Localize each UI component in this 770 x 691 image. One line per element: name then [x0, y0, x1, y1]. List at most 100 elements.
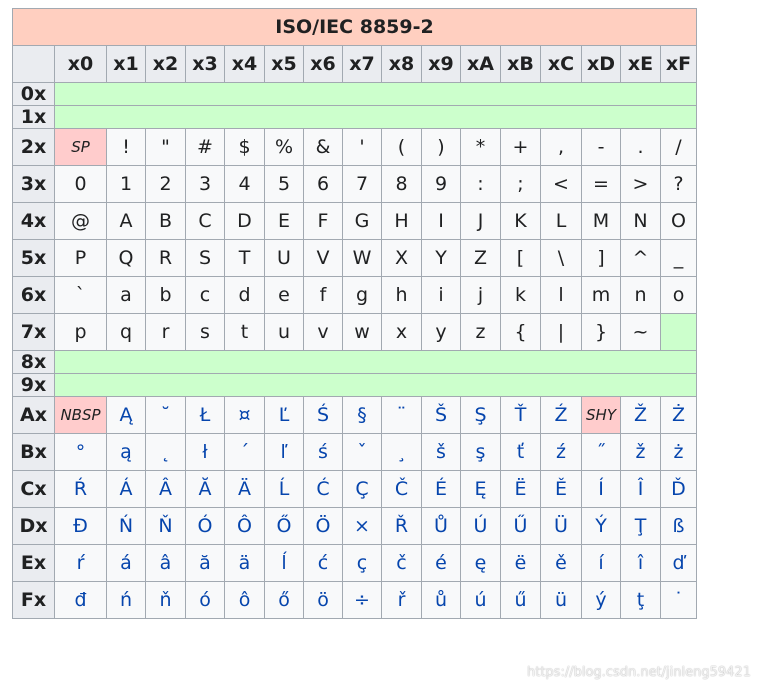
table-row: 0x	[12, 82, 697, 106]
char-cell: p	[54, 313, 107, 351]
char-cell: o	[660, 276, 697, 314]
char-cell: ×	[342, 507, 382, 545]
char-cell: N	[620, 202, 661, 240]
char-cell: ä	[224, 544, 265, 582]
row-header: 6x	[12, 276, 55, 314]
char-cell: ú	[460, 581, 501, 619]
char-cell: -	[581, 128, 621, 166]
char-cell: î	[620, 544, 661, 582]
char-cell: Ö	[303, 507, 343, 545]
char-cell: á	[106, 544, 146, 582]
char-cell: D	[224, 202, 265, 240]
char-cell: T	[224, 239, 265, 277]
char-cell: Ç	[342, 470, 382, 508]
char-cell: _	[660, 239, 697, 277]
char-cell: Ă	[185, 470, 225, 508]
char-cell: Í	[581, 470, 621, 508]
control-range-cell	[54, 350, 697, 374]
char-cell: y	[421, 313, 461, 351]
char-cell: Ř	[381, 507, 422, 545]
char-cell: *	[460, 128, 501, 166]
char-cell: U	[264, 239, 304, 277]
char-cell: ˝	[581, 433, 621, 471]
column-header: x6	[303, 45, 343, 83]
char-cell: č	[381, 544, 422, 582]
column-header: xE	[620, 45, 661, 83]
char-cell: Ţ	[620, 507, 661, 545]
char-cell: ů	[421, 581, 461, 619]
char-cell: 7	[342, 165, 382, 203]
column-header: x1	[106, 45, 146, 83]
char-cell: S	[185, 239, 225, 277]
char-cell: x	[381, 313, 422, 351]
char-cell: Á	[106, 470, 146, 508]
char-cell: b	[145, 276, 186, 314]
column-header: xF	[660, 45, 697, 83]
char-cell: Ń	[106, 507, 146, 545]
char-cell: :	[460, 165, 501, 203]
char-cell: ć	[303, 544, 343, 582]
char-cell: 4	[224, 165, 265, 203]
char-cell: ç	[342, 544, 382, 582]
char-cell: .	[620, 128, 661, 166]
table-row: Ex ŕ á â ă ä ĺ ć ç č é ę ë ě í î ď	[12, 544, 697, 582]
char-cell: É	[421, 470, 461, 508]
char-cell: é	[421, 544, 461, 582]
table-row: Ax NBSP Ą ˘ Ł ¤ Ľ Ś § ¨ Š Ş Ť Ź SHY Ž Ż	[12, 396, 697, 434]
char-cell: Ś	[303, 396, 343, 434]
row-header: 8x	[12, 350, 55, 374]
row-header: 4x	[12, 202, 55, 240]
char-cell: ś	[303, 433, 343, 471]
column-header: xD	[581, 45, 621, 83]
char-cell: z	[460, 313, 501, 351]
char-cell: Ş	[460, 396, 501, 434]
char-cell: Đ	[54, 507, 107, 545]
char-cell: H	[381, 202, 422, 240]
char-cell: e	[264, 276, 304, 314]
column-header: x3	[185, 45, 225, 83]
char-cell: Ł	[185, 396, 225, 434]
char-cell: ő	[264, 581, 304, 619]
char-cell: ü	[540, 581, 582, 619]
char-cell: Y	[421, 239, 461, 277]
char-cell: ž	[620, 433, 661, 471]
char-cell: (	[381, 128, 422, 166]
column-header: x8	[381, 45, 422, 83]
control-range-cell	[54, 82, 697, 106]
char-cell: Ę	[460, 470, 501, 508]
row-header: 0x	[12, 82, 55, 106]
char-cell: ă	[185, 544, 225, 582]
char-cell: ˙	[660, 581, 697, 619]
table-row: 4x @ A B C D E F G H I J K L M N O	[12, 202, 697, 240]
char-cell: v	[303, 313, 343, 351]
char-cell: /	[660, 128, 697, 166]
char-cell: Ž	[620, 396, 661, 434]
char-cell: Ň	[145, 507, 186, 545]
char-cell: i	[421, 276, 461, 314]
table-row: 8x	[12, 350, 697, 374]
char-cell: g	[342, 276, 382, 314]
char-cell: t	[224, 313, 265, 351]
char-cell: c	[185, 276, 225, 314]
char-cell: )	[421, 128, 461, 166]
char-cell: í	[581, 544, 621, 582]
char-cell: R	[145, 239, 186, 277]
table-row: 5x P Q R S T U V W X Y Z[\] ^ _	[12, 239, 697, 277]
char-cell: Z	[460, 239, 501, 277]
row-header: 5x	[12, 239, 55, 277]
char-cell: ¨	[381, 396, 422, 434]
table-row: 3x 0 1 2 3 4 5 6 7 8 9:; < = >?	[12, 165, 697, 203]
char-cell: ę	[460, 544, 501, 582]
char-cell: F	[303, 202, 343, 240]
char-cell: Â	[145, 470, 186, 508]
char-cell: ]	[581, 239, 621, 277]
char-cell: ş	[460, 433, 501, 471]
row-header: 9x	[12, 373, 55, 397]
table-row: Fx đ ń ň ó ô ő ö ÷ ř ů ú ű ü ý ţ ˙	[12, 581, 697, 619]
char-cell: 8	[381, 165, 422, 203]
table-row: 6x ` a b c d e f g h i j k l m n o	[12, 276, 697, 314]
char-cell: \	[540, 239, 582, 277]
char-cell: ř	[381, 581, 422, 619]
table-row: Cx Ŕ Á Â Ă Ä Ĺ Ć Ç Č É Ę Ë Ě Í Î Ď	[12, 470, 697, 508]
table-body: 0x 1x 2x SP! " # $% & '() * +, -./3x 0 1 2 3 4 5 6 7 8 9:; < = >…	[12, 82, 697, 619]
